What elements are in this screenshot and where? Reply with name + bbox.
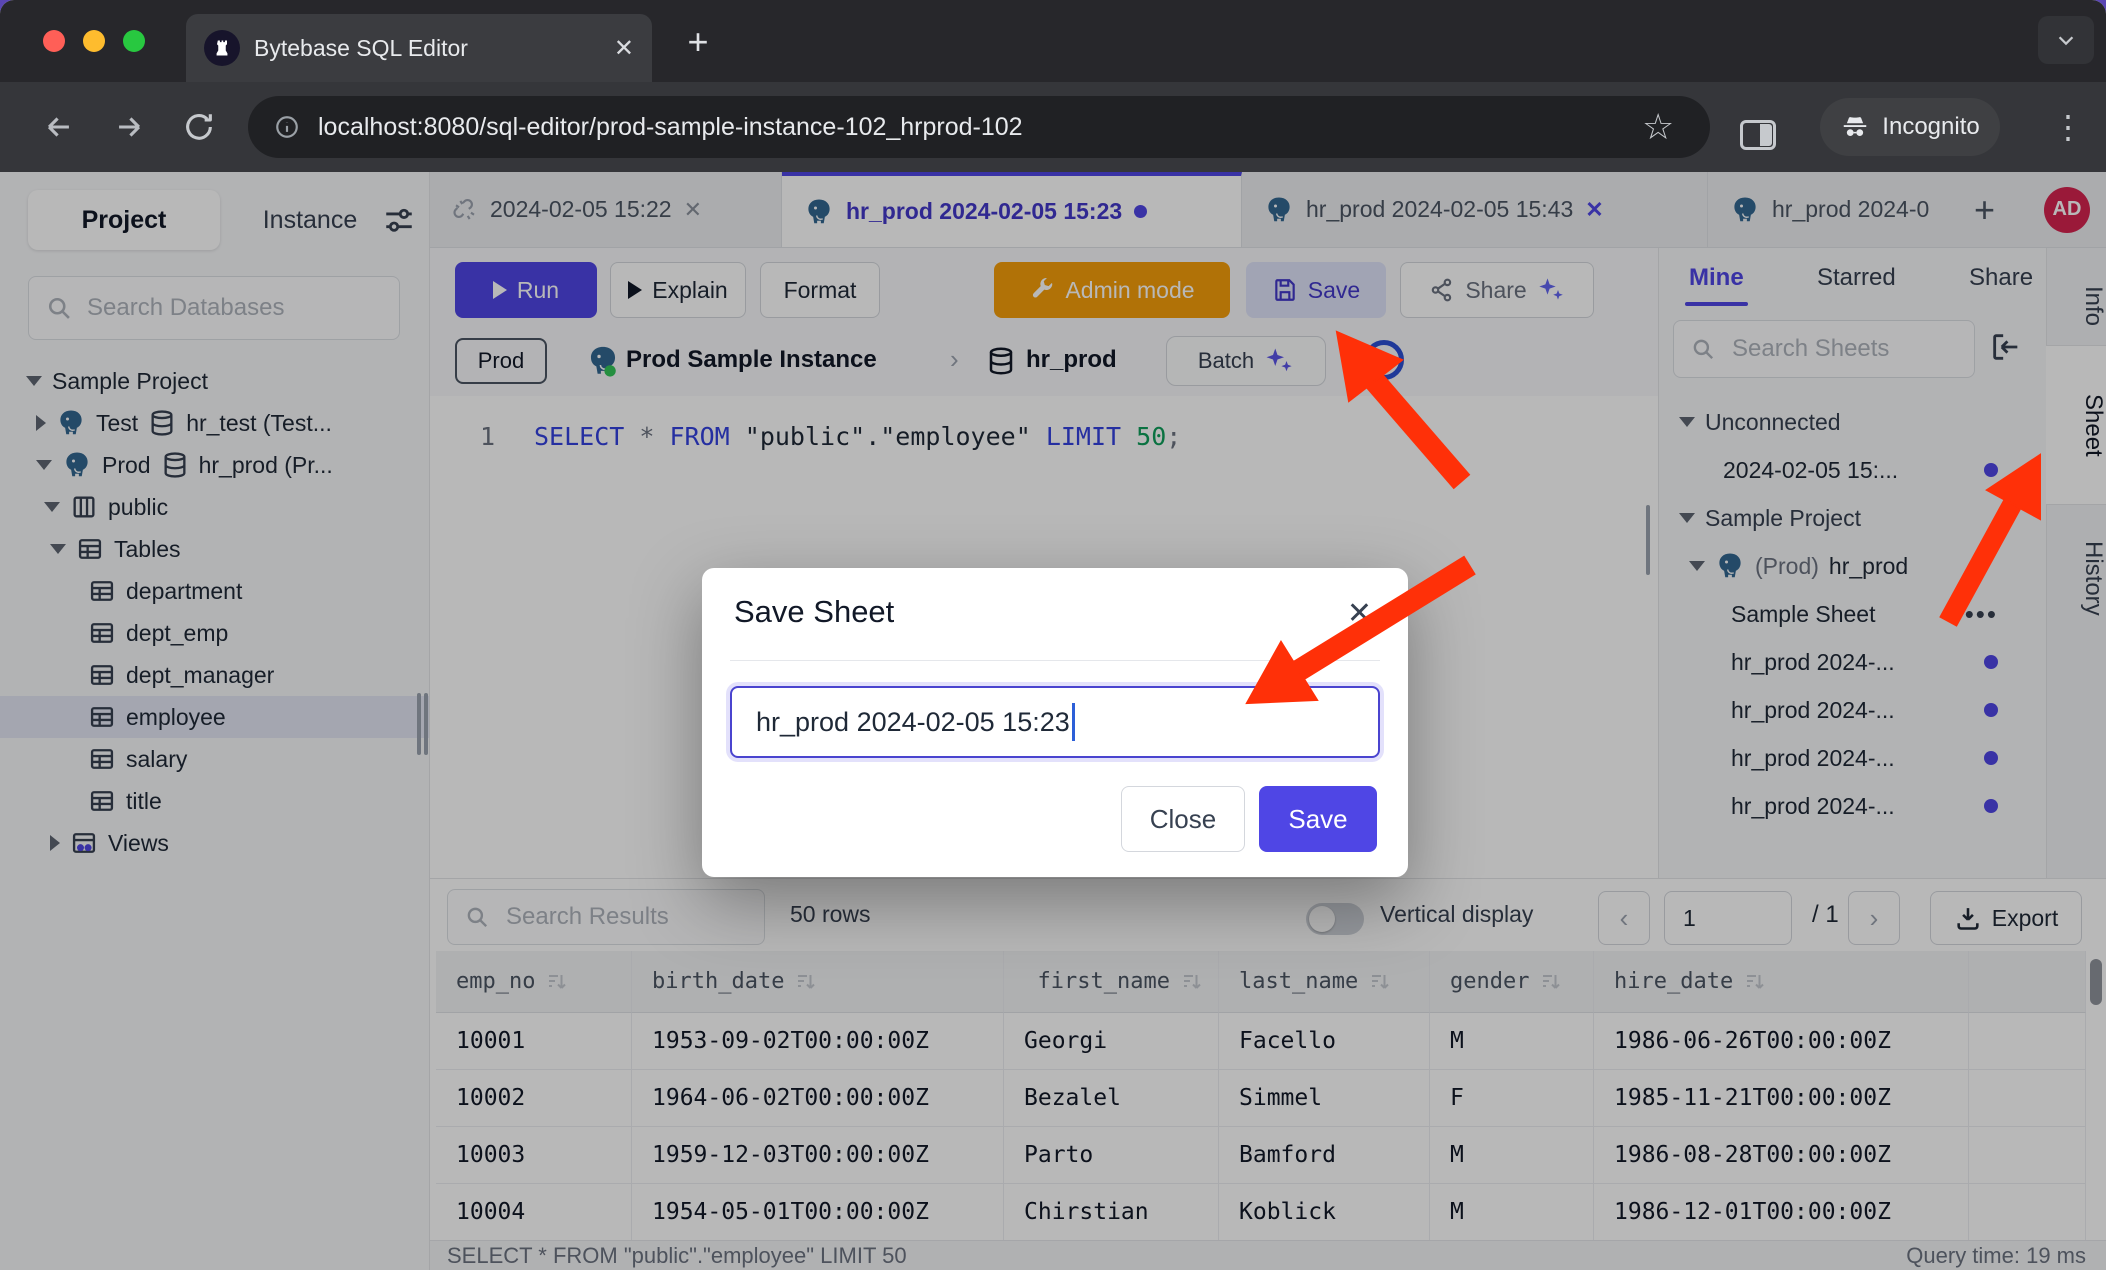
bookmark-star-icon[interactable]: ☆: [1642, 106, 1674, 148]
desktop: Bytebase SQL Editor ✕ +: [0, 0, 2106, 1270]
site-info-icon[interactable]: [274, 114, 300, 140]
incognito-label: Incognito: [1882, 113, 1979, 141]
save-sheet-modal: Save Sheet ✕ hr_prod 2024-02-05 15:23 Cl…: [702, 568, 1408, 877]
modal-close-button[interactable]: Close: [1121, 786, 1245, 852]
modal-divider: [730, 660, 1380, 661]
modal-save-button[interactable]: Save: [1259, 786, 1377, 852]
bytebase-favicon-icon: [204, 30, 240, 66]
incognito-icon: [1840, 112, 1870, 142]
bytebase-app: Project Instance Sample Project: [0, 172, 2106, 1270]
text-caret: [1072, 703, 1075, 741]
close-tab-icon[interactable]: ✕: [614, 34, 634, 63]
maximize-window-button[interactable]: [123, 30, 145, 52]
browser-window: Bytebase SQL Editor ✕ +: [0, 0, 2106, 1270]
browser-tab-title: Bytebase SQL Editor: [254, 35, 600, 62]
close-window-button[interactable]: [43, 30, 65, 52]
tab-search-button[interactable]: [2038, 16, 2094, 64]
forward-icon[interactable]: [112, 110, 146, 144]
reload-icon[interactable]: [182, 110, 216, 144]
incognito-badge: Incognito: [1820, 98, 2000, 156]
browser-chrome: Bytebase SQL Editor ✕ +: [0, 0, 2106, 172]
minimize-window-button[interactable]: [83, 30, 105, 52]
back-icon[interactable]: [42, 110, 76, 144]
browser-menu-icon[interactable]: ⋮: [2052, 104, 2084, 150]
url-text: localhost:8080/sql-editor/prod-sample-in…: [318, 113, 1023, 142]
new-tab-button[interactable]: +: [676, 22, 720, 66]
browser-tabstrip: Bytebase SQL Editor ✕ +: [0, 0, 2106, 82]
modal-title: Save Sheet: [734, 594, 894, 630]
side-panel-icon[interactable]: [1740, 120, 1776, 150]
address-bar[interactable]: localhost:8080/sql-editor/prod-sample-in…: [248, 96, 1710, 158]
browser-toolbar: localhost:8080/sql-editor/prod-sample-in…: [0, 82, 2106, 172]
browser-tab[interactable]: Bytebase SQL Editor ✕: [186, 14, 652, 82]
close-icon[interactable]: ✕: [1347, 596, 1372, 631]
sheet-title-input[interactable]: hr_prod 2024-02-05 15:23: [730, 686, 1380, 758]
